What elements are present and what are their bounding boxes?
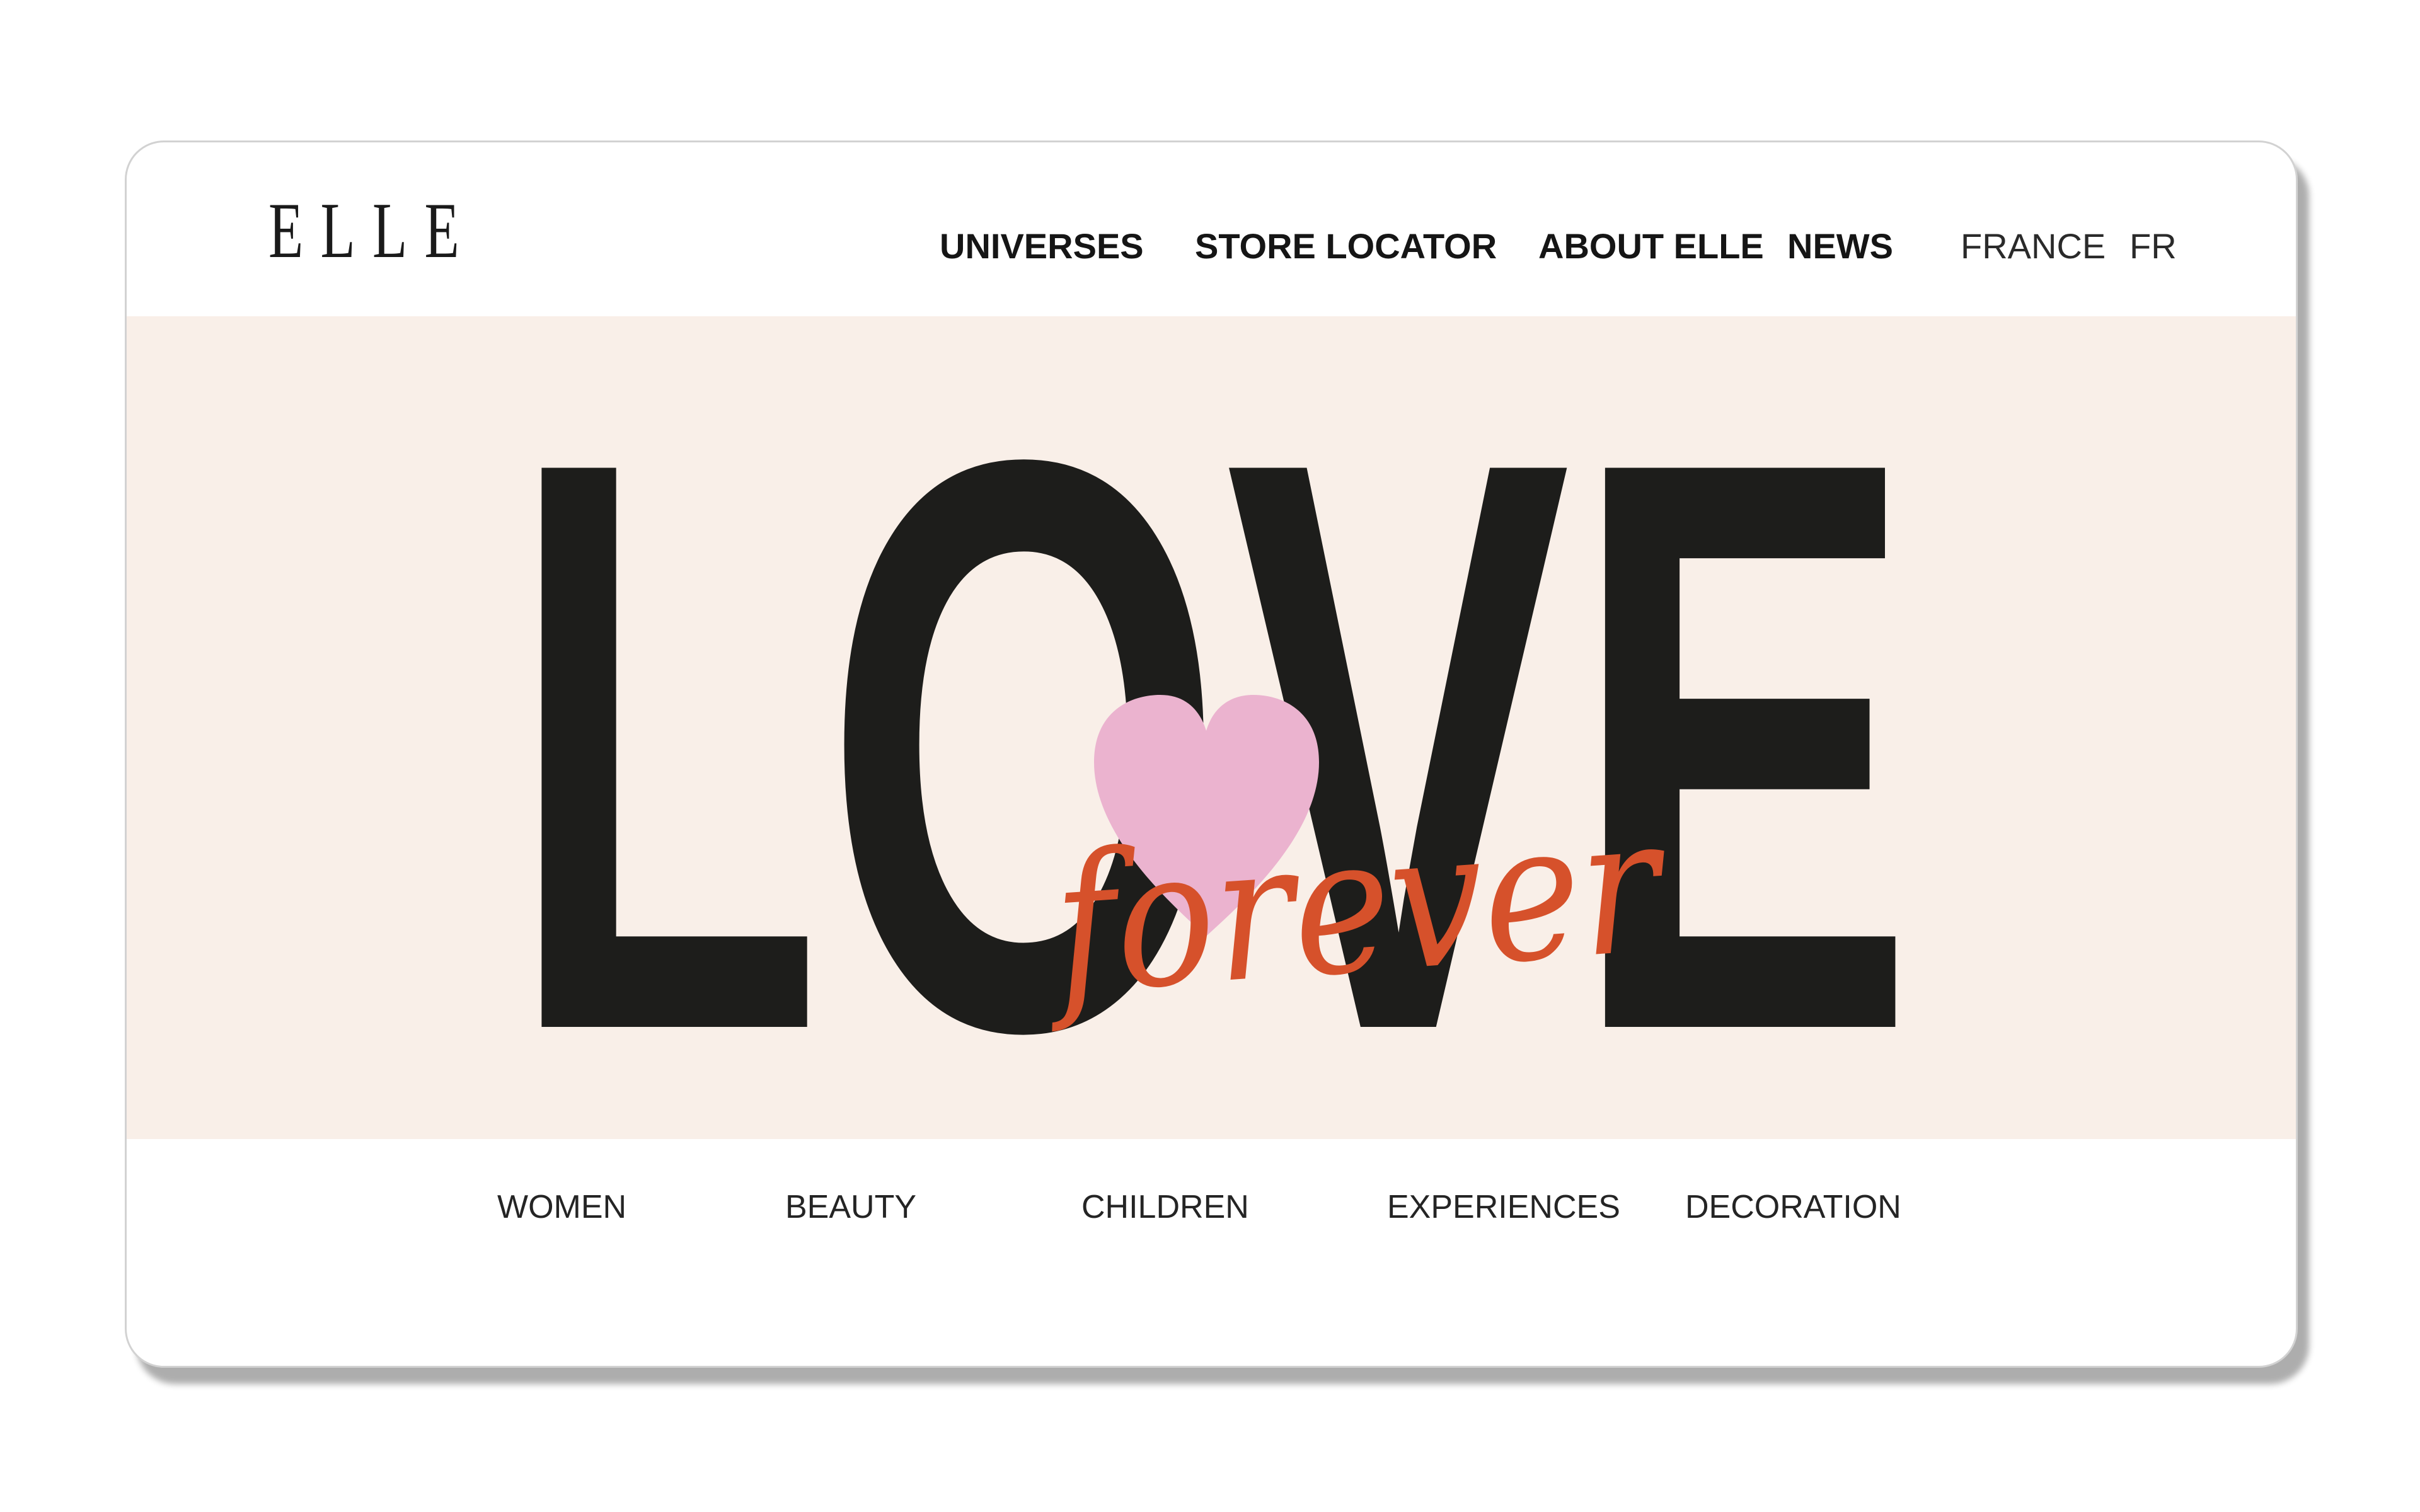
category-children[interactable]: CHILDREN (1081, 1182, 1249, 1232)
hero-artwork: LOVE forever (507, 316, 1916, 1139)
nav-news[interactable]: NEWS (1787, 218, 1893, 275)
category-experiences[interactable]: EXPERIENCES (1387, 1182, 1620, 1232)
category-beauty[interactable]: BEAUTY (785, 1182, 916, 1232)
nav-store-locator[interactable]: STORE LOCATOR (1195, 218, 1497, 275)
logo-text: ELLE (268, 192, 476, 266)
nav-about-elle[interactable]: ABOUT ELLE (1538, 218, 1764, 275)
hero-banner: LOVE forever (127, 316, 2296, 1139)
category-decoration[interactable]: DECORATION (1685, 1182, 1901, 1232)
browser-window: ELLE UNIVERSES STORE LOCATOR ABOUT ELLE … (125, 140, 2298, 1368)
language-selector[interactable]: FR (2129, 218, 2177, 275)
elle-logo[interactable]: ELLE (264, 192, 481, 266)
hero-script-text: forever (1037, 774, 1674, 1037)
nav-universes[interactable]: UNIVERSES (940, 218, 1144, 275)
country-selector[interactable]: FRANCE (1961, 218, 2106, 275)
category-women[interactable]: WOMEN (497, 1182, 626, 1232)
